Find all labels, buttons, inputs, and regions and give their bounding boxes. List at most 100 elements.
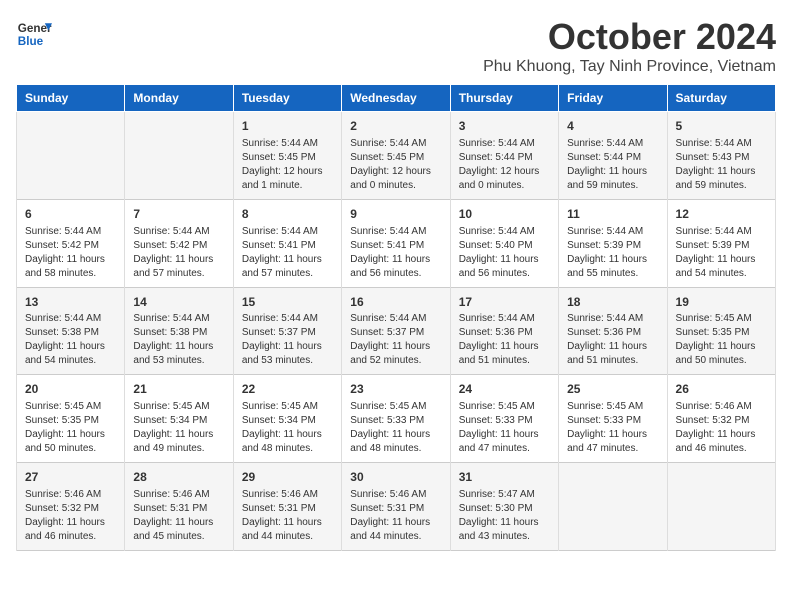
day-number: 2 bbox=[350, 118, 441, 135]
day-info: Sunrise: 5:44 AM Sunset: 5:43 PM Dayligh… bbox=[676, 137, 767, 193]
day-info: Sunrise: 5:44 AM Sunset: 5:41 PM Dayligh… bbox=[242, 225, 333, 281]
day-info: Sunrise: 5:46 AM Sunset: 5:31 PM Dayligh… bbox=[350, 488, 441, 544]
day-info: Sunrise: 5:44 AM Sunset: 5:37 PM Dayligh… bbox=[350, 312, 441, 368]
day-info: Sunrise: 5:45 AM Sunset: 5:33 PM Dayligh… bbox=[567, 400, 658, 456]
calendar-cell: 6 Sunrise: 5:44 AM Sunset: 5:42 PM Daylig… bbox=[17, 199, 125, 287]
day-info: Sunrise: 5:44 AM Sunset: 5:38 PM Dayligh… bbox=[133, 312, 224, 368]
day-number: 24 bbox=[459, 381, 550, 398]
day-info: Sunrise: 5:46 AM Sunset: 5:31 PM Dayligh… bbox=[133, 488, 224, 544]
calendar-table: SundayMondayTuesdayWednesdayThursdayFrid… bbox=[16, 84, 776, 551]
day-number: 8 bbox=[242, 206, 333, 223]
day-number: 5 bbox=[676, 118, 767, 135]
day-number: 15 bbox=[242, 294, 333, 311]
day-header-friday: Friday bbox=[559, 85, 667, 112]
day-info: Sunrise: 5:44 AM Sunset: 5:39 PM Dayligh… bbox=[567, 225, 658, 281]
day-number: 30 bbox=[350, 469, 441, 486]
calendar-week-2: 6 Sunrise: 5:44 AM Sunset: 5:42 PM Daylig… bbox=[17, 199, 776, 287]
day-info: Sunrise: 5:44 AM Sunset: 5:42 PM Dayligh… bbox=[25, 225, 116, 281]
calendar-cell: 11 Sunrise: 5:44 AM Sunset: 5:39 PM Dayli… bbox=[559, 199, 667, 287]
day-number: 18 bbox=[567, 294, 658, 311]
day-info: Sunrise: 5:44 AM Sunset: 5:44 PM Dayligh… bbox=[459, 137, 550, 193]
calendar-cell: 17Sunrise: 5:44 AM Sunset: 5:36 PM Dayli… bbox=[450, 287, 558, 375]
day-number: 17 bbox=[459, 294, 550, 311]
day-number: 21 bbox=[133, 381, 224, 398]
calendar-cell: 30 Sunrise: 5:46 AM Sunset: 5:31 PM Dayli… bbox=[342, 463, 450, 551]
calendar-cell: 22 Sunrise: 5:45 AM Sunset: 5:34 PM Dayli… bbox=[233, 375, 341, 463]
calendar-week-3: 13Sunrise: 5:44 AM Sunset: 5:38 PM Dayli… bbox=[17, 287, 776, 375]
calendar-cell: 25 Sunrise: 5:45 AM Sunset: 5:33 PM Dayli… bbox=[559, 375, 667, 463]
day-number: 16 bbox=[350, 294, 441, 311]
day-number: 31 bbox=[459, 469, 550, 486]
day-info: Sunrise: 5:44 AM Sunset: 5:36 PM Dayligh… bbox=[459, 312, 550, 368]
day-number: 3 bbox=[459, 118, 550, 135]
day-number: 25 bbox=[567, 381, 658, 398]
day-number: 11 bbox=[567, 206, 658, 223]
day-info: Sunrise: 5:45 AM Sunset: 5:35 PM Dayligh… bbox=[25, 400, 116, 456]
calendar-cell: 29 Sunrise: 5:46 AM Sunset: 5:31 PM Dayli… bbox=[233, 463, 341, 551]
day-number: 22 bbox=[242, 381, 333, 398]
svg-text:Blue: Blue bbox=[18, 35, 44, 48]
day-number: 27 bbox=[25, 469, 116, 486]
day-number: 7 bbox=[133, 206, 224, 223]
calendar-cell: 3 Sunrise: 5:44 AM Sunset: 5:44 PM Daylig… bbox=[450, 112, 558, 200]
calendar-cell: 9Sunrise: 5:44 AM Sunset: 5:41 PM Daylig… bbox=[342, 199, 450, 287]
day-header-wednesday: Wednesday bbox=[342, 85, 450, 112]
day-number: 14 bbox=[133, 294, 224, 311]
day-info: Sunrise: 5:44 AM Sunset: 5:37 PM Dayligh… bbox=[242, 312, 333, 368]
calendar-week-4: 20 Sunrise: 5:45 AM Sunset: 5:35 PM Dayli… bbox=[17, 375, 776, 463]
calendar-cell: 7 Sunrise: 5:44 AM Sunset: 5:42 PM Daylig… bbox=[125, 199, 233, 287]
title-block: October 2024 Phu Khuong, Tay Ninh Provin… bbox=[483, 16, 776, 76]
day-info: Sunrise: 5:44 AM Sunset: 5:44 PM Dayligh… bbox=[567, 137, 658, 193]
day-info: Sunrise: 5:45 AM Sunset: 5:33 PM Dayligh… bbox=[459, 400, 550, 456]
calendar-cell bbox=[125, 112, 233, 200]
day-info: Sunrise: 5:47 AM Sunset: 5:30 PM Dayligh… bbox=[459, 488, 550, 544]
day-info: Sunrise: 5:44 AM Sunset: 5:45 PM Dayligh… bbox=[350, 137, 441, 193]
calendar-cell: 19Sunrise: 5:45 AM Sunset: 5:35 PM Dayli… bbox=[667, 287, 775, 375]
day-number: 20 bbox=[25, 381, 116, 398]
calendar-cell: 24 Sunrise: 5:45 AM Sunset: 5:33 PM Dayli… bbox=[450, 375, 558, 463]
calendar-cell: 26Sunrise: 5:46 AM Sunset: 5:32 PM Dayli… bbox=[667, 375, 775, 463]
day-number: 6 bbox=[25, 206, 116, 223]
day-header-thursday: Thursday bbox=[450, 85, 558, 112]
calendar-cell: 15Sunrise: 5:44 AM Sunset: 5:37 PM Dayli… bbox=[233, 287, 341, 375]
day-number: 9 bbox=[350, 206, 441, 223]
month-title: October 2024 bbox=[483, 16, 776, 58]
calendar-cell: 5 Sunrise: 5:44 AM Sunset: 5:43 PM Daylig… bbox=[667, 112, 775, 200]
day-info: Sunrise: 5:44 AM Sunset: 5:38 PM Dayligh… bbox=[25, 312, 116, 368]
logo-icon: General Blue bbox=[16, 16, 52, 52]
calendar-cell: 8 Sunrise: 5:44 AM Sunset: 5:41 PM Daylig… bbox=[233, 199, 341, 287]
day-info: Sunrise: 5:46 AM Sunset: 5:31 PM Dayligh… bbox=[242, 488, 333, 544]
day-info: Sunrise: 5:44 AM Sunset: 5:39 PM Dayligh… bbox=[676, 225, 767, 281]
day-info: Sunrise: 5:45 AM Sunset: 5:34 PM Dayligh… bbox=[133, 400, 224, 456]
day-info: Sunrise: 5:46 AM Sunset: 5:32 PM Dayligh… bbox=[25, 488, 116, 544]
calendar-cell: 2 Sunrise: 5:44 AM Sunset: 5:45 PM Daylig… bbox=[342, 112, 450, 200]
calendar-cell bbox=[667, 463, 775, 551]
day-info: Sunrise: 5:45 AM Sunset: 5:34 PM Dayligh… bbox=[242, 400, 333, 456]
day-number: 13 bbox=[25, 294, 116, 311]
day-info: Sunrise: 5:44 AM Sunset: 5:40 PM Dayligh… bbox=[459, 225, 550, 281]
day-info: Sunrise: 5:44 AM Sunset: 5:45 PM Dayligh… bbox=[242, 137, 333, 193]
day-info: Sunrise: 5:44 AM Sunset: 5:42 PM Dayligh… bbox=[133, 225, 224, 281]
calendar-cell: 28 Sunrise: 5:46 AM Sunset: 5:31 PM Dayli… bbox=[125, 463, 233, 551]
calendar-cell: 4 Sunrise: 5:44 AM Sunset: 5:44 PM Daylig… bbox=[559, 112, 667, 200]
calendar-cell: 18Sunrise: 5:44 AM Sunset: 5:36 PM Dayli… bbox=[559, 287, 667, 375]
day-info: Sunrise: 5:45 AM Sunset: 5:33 PM Dayligh… bbox=[350, 400, 441, 456]
day-info: Sunrise: 5:45 AM Sunset: 5:35 PM Dayligh… bbox=[676, 312, 767, 368]
day-number: 28 bbox=[133, 469, 224, 486]
day-header-monday: Monday bbox=[125, 85, 233, 112]
calendar-cell: 13Sunrise: 5:44 AM Sunset: 5:38 PM Dayli… bbox=[17, 287, 125, 375]
day-number: 12 bbox=[676, 206, 767, 223]
calendar-cell: 14Sunrise: 5:44 AM Sunset: 5:38 PM Dayli… bbox=[125, 287, 233, 375]
calendar-cell: 16Sunrise: 5:44 AM Sunset: 5:37 PM Dayli… bbox=[342, 287, 450, 375]
calendar-cell: 23 Sunrise: 5:45 AM Sunset: 5:33 PM Dayli… bbox=[342, 375, 450, 463]
calendar-cell: 27 Sunrise: 5:46 AM Sunset: 5:32 PM Dayli… bbox=[17, 463, 125, 551]
day-number: 29 bbox=[242, 469, 333, 486]
day-number: 10 bbox=[459, 206, 550, 223]
day-header-sunday: Sunday bbox=[17, 85, 125, 112]
days-header-row: SundayMondayTuesdayWednesdayThursdayFrid… bbox=[17, 85, 776, 112]
day-number: 23 bbox=[350, 381, 441, 398]
day-number: 4 bbox=[567, 118, 658, 135]
calendar-week-5: 27 Sunrise: 5:46 AM Sunset: 5:32 PM Dayli… bbox=[17, 463, 776, 551]
calendar-cell: 21 Sunrise: 5:45 AM Sunset: 5:34 PM Dayli… bbox=[125, 375, 233, 463]
day-number: 1 bbox=[242, 118, 333, 135]
